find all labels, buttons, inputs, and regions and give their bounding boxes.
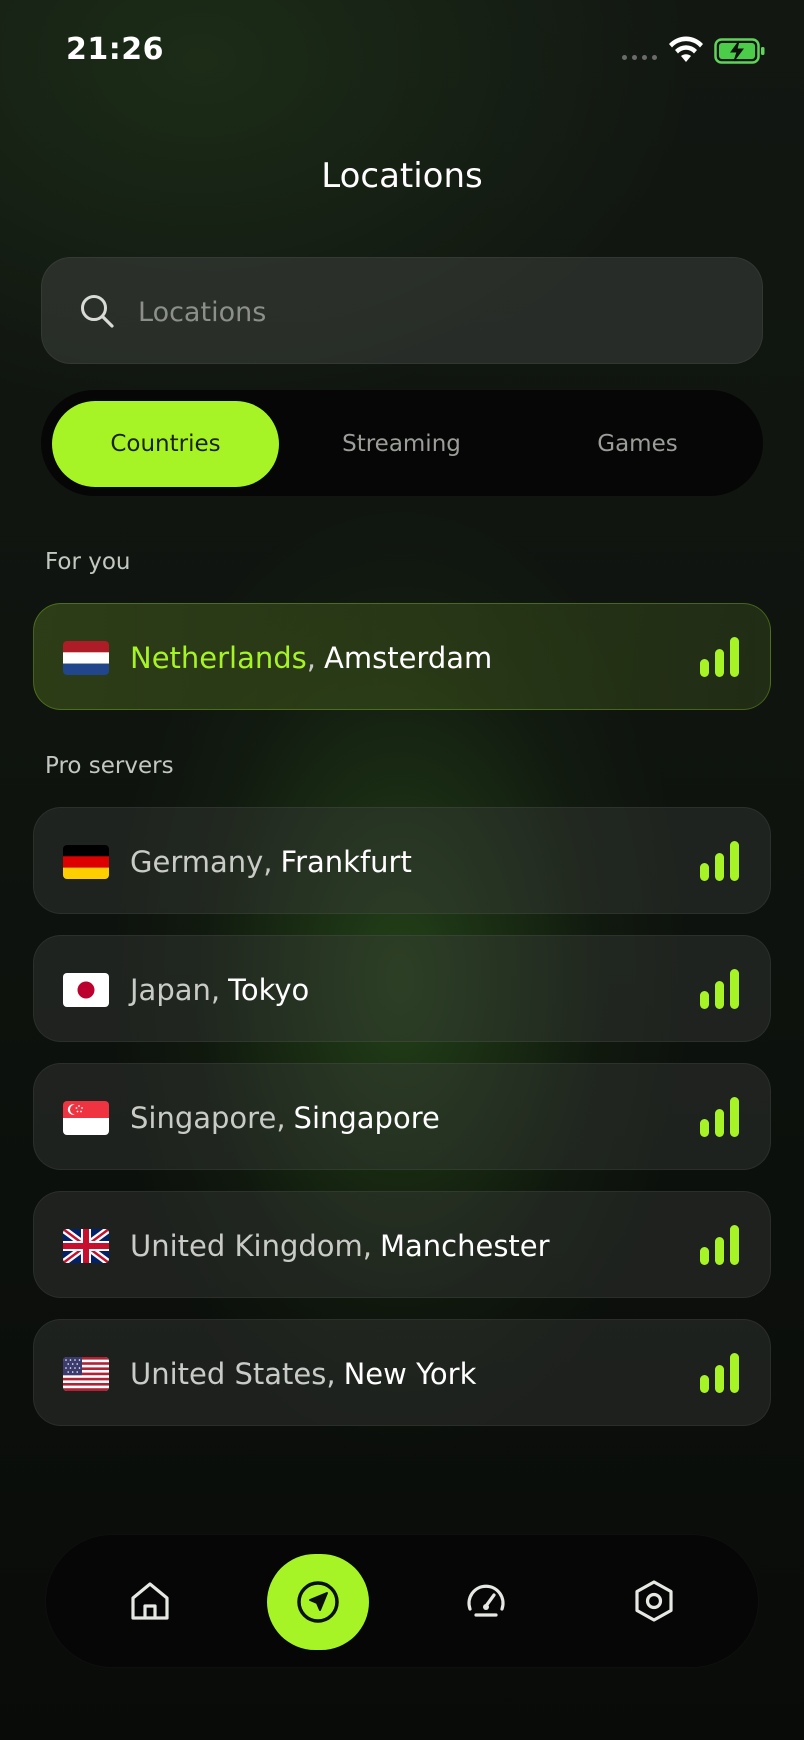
search-input[interactable] xyxy=(138,284,718,340)
location-city: Singapore xyxy=(293,1100,440,1135)
bottom-nav xyxy=(45,1534,759,1668)
status-time: 21:26 xyxy=(66,32,164,67)
signal-strong-icon xyxy=(700,1353,739,1393)
location-city: Amsterdam xyxy=(324,640,493,675)
search-box[interactable] xyxy=(41,257,763,364)
home-icon xyxy=(131,1582,169,1620)
singapore-flag-icon xyxy=(63,1101,109,1135)
tab-streaming[interactable]: Streaming xyxy=(288,401,515,487)
separator: , xyxy=(326,1356,336,1391)
japan-flag-icon xyxy=(63,973,109,1007)
separator: , xyxy=(263,844,273,879)
cellular-signal-icon xyxy=(622,55,657,60)
location-country: Singapore xyxy=(130,1100,277,1135)
location-country: Japan xyxy=(130,972,211,1007)
separator: , xyxy=(276,1100,286,1135)
signal-strong-icon xyxy=(700,841,739,881)
settings-hexagon-icon xyxy=(635,1580,673,1622)
location-row-united-kingdom[interactable]: United Kingdom, Manchester xyxy=(33,1191,771,1298)
location-row-germany[interactable]: Germany, Frankfurt xyxy=(33,807,771,914)
nav-home-button[interactable] xyxy=(97,1548,203,1654)
tab-countries[interactable]: Countries xyxy=(52,401,279,487)
location-city: Tokyo xyxy=(228,972,310,1007)
section-label-pro-servers: Pro servers xyxy=(45,753,174,779)
netherlands-flag-icon xyxy=(63,641,109,675)
nav-locations-button[interactable] xyxy=(267,1554,369,1650)
battery-charging-icon xyxy=(714,38,765,64)
location-city: Frankfurt xyxy=(280,844,412,879)
germany-flag-icon xyxy=(63,845,109,879)
category-tabs: Countries Streaming Games xyxy=(41,390,763,496)
separator: , xyxy=(306,640,316,675)
united-states-flag-icon xyxy=(63,1357,109,1391)
location-country: United States xyxy=(130,1356,327,1391)
signal-strong-icon xyxy=(700,1225,739,1265)
location-city: Manchester xyxy=(379,1228,550,1263)
location-row-singapore[interactable]: Singapore, Singapore xyxy=(33,1063,771,1170)
status-bar: 21:26 xyxy=(0,0,804,100)
location-city: New York xyxy=(343,1356,477,1391)
separator: , xyxy=(362,1228,372,1263)
location-row-netherlands[interactable]: Netherlands, Amsterdam xyxy=(33,603,771,710)
nav-settings-button[interactable] xyxy=(601,1548,707,1654)
wifi-icon xyxy=(669,36,703,62)
location-row-japan[interactable]: Japan, Tokyo xyxy=(33,935,771,1042)
signal-strong-icon xyxy=(700,637,739,677)
tab-games[interactable]: Games xyxy=(524,401,751,487)
signal-strong-icon xyxy=(700,1097,739,1137)
separator: , xyxy=(210,972,221,1007)
location-country: United Kingdom xyxy=(130,1228,363,1263)
signal-strong-icon xyxy=(700,969,739,1009)
location-country: Netherlands xyxy=(130,640,307,675)
nav-speedtest-button[interactable] xyxy=(433,1548,539,1654)
united-kingdom-flag-icon xyxy=(63,1229,109,1263)
navigation-arrow-icon xyxy=(297,1581,339,1623)
location-country: Germany xyxy=(130,844,264,879)
search-icon xyxy=(81,295,114,328)
page-title: Locations xyxy=(321,156,483,196)
section-label-for-you: For you xyxy=(45,549,131,575)
location-row-united-states[interactable]: United States, New York xyxy=(33,1319,771,1426)
speedometer-icon xyxy=(467,1584,505,1617)
